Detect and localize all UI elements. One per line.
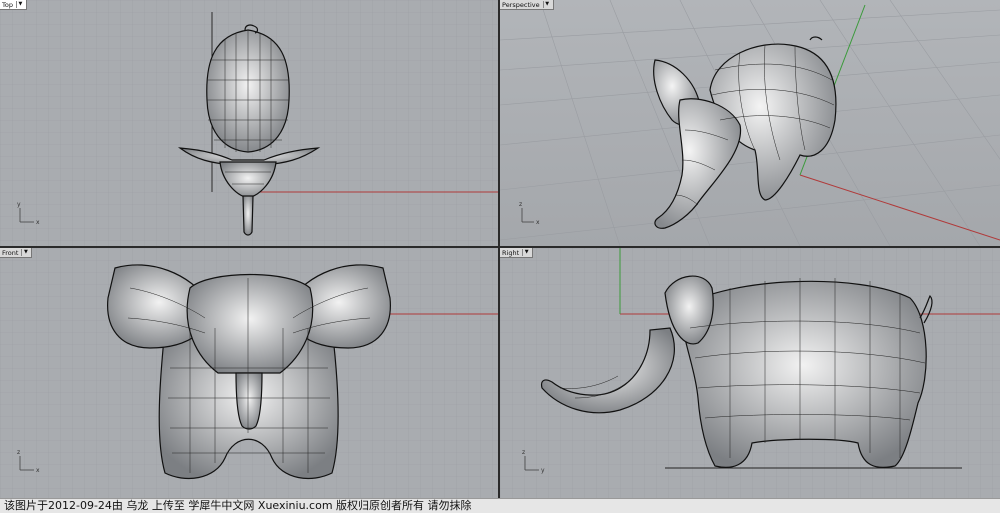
right-view-canvas[interactable]: z y (500, 248, 1000, 498)
viewport-title-top: Top (2, 0, 13, 9)
viewport-tab-perspective[interactable]: Perspective ▼ (500, 0, 554, 10)
axis-label-x: x (36, 219, 40, 226)
top-view-canvas[interactable]: y x (0, 0, 498, 246)
dropdown-arrow-icon[interactable]: ▼ (21, 249, 29, 256)
front-view-canvas[interactable]: z x (0, 248, 498, 498)
axis-label-y: y (541, 467, 545, 474)
dropdown-arrow-icon[interactable]: ▼ (542, 1, 551, 8)
perspective-view-canvas[interactable]: z x (500, 0, 1000, 246)
viewport-title-front: Front (2, 248, 19, 257)
axis-label-z: z (17, 449, 20, 456)
axis-label-z: z (519, 201, 522, 208)
axis-label-z: z (522, 449, 525, 456)
axis-label-x: x (36, 467, 40, 474)
viewport-perspective[interactable]: z x Perspective ▼ (500, 0, 1000, 246)
dropdown-arrow-icon[interactable]: ▼ (15, 1, 24, 8)
viewport-right[interactable]: z y Right ▼ (500, 248, 1000, 498)
axis-label-y: y (17, 201, 21, 208)
viewport-front[interactable]: z x Front ▼ (0, 248, 498, 498)
viewport-title-right: Right (502, 248, 520, 257)
axis-label-x: x (536, 219, 540, 226)
viewport-top[interactable]: y x Top ▼ (0, 0, 498, 246)
dropdown-arrow-icon[interactable]: ▼ (522, 249, 530, 256)
watermark-caption: 该图片于2012-09-24由 乌龙 上传至 学犀牛中文网 Xuexiniu.c… (0, 498, 1000, 513)
viewport-tab-right[interactable]: Right ▼ (500, 248, 534, 258)
viewport-tab-top[interactable]: Top ▼ (0, 0, 27, 10)
viewport-title-perspective: Perspective (502, 0, 540, 9)
viewport-tab-front[interactable]: Front ▼ (0, 248, 33, 258)
